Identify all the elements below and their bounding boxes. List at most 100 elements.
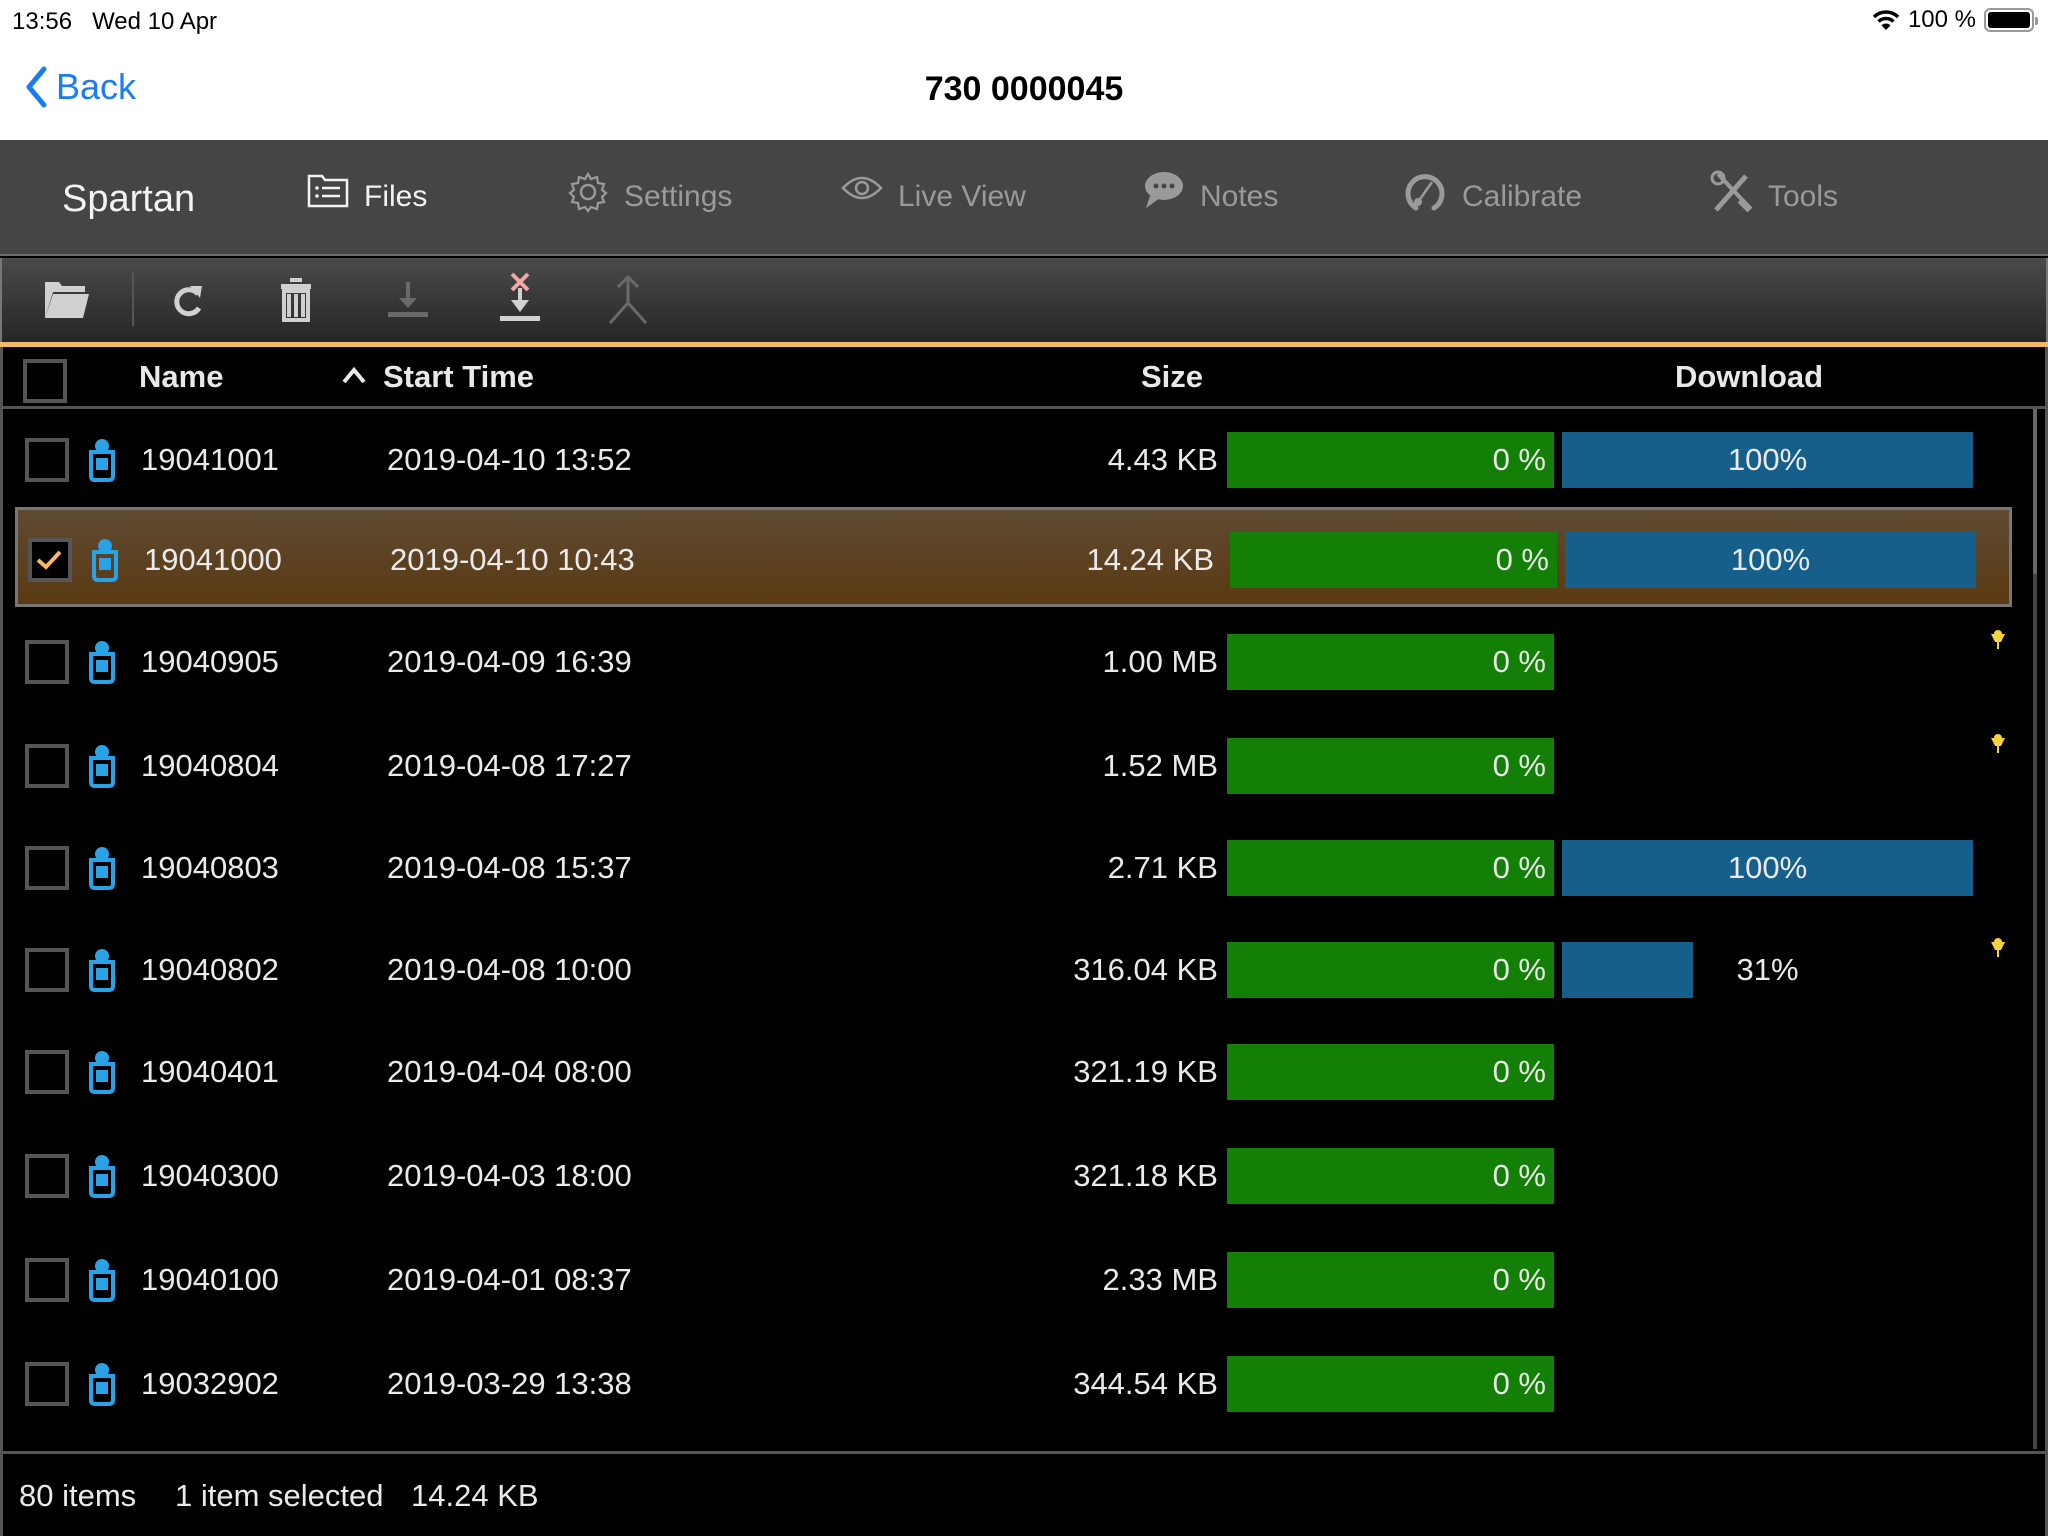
row-checkbox[interactable] — [25, 1258, 69, 1302]
tab-calibrate[interactable]: Calibrate — [1404, 170, 1582, 214]
file-size: 14.24 KB — [1086, 542, 1214, 577]
cancel-download-button[interactable] — [490, 270, 550, 330]
eye-icon — [841, 176, 883, 200]
open-folder-button[interactable] — [36, 270, 96, 330]
header-name[interactable]: Name — [139, 359, 223, 395]
file-size: 4.43 KB — [1107, 442, 1218, 477]
brand-label: Spartan — [62, 178, 196, 220]
file-size: 2.71 KB — [1107, 850, 1218, 885]
download-progress-label: 100% — [1727, 442, 1808, 477]
file-name: 19040905 — [141, 644, 279, 679]
progress-bar: 0 % — [1227, 1148, 1554, 1204]
status-footer: 80 items 1 item selected 14.24 KB — [0, 1451, 2048, 1536]
delete-button[interactable] — [266, 270, 326, 330]
table-row[interactable]: 19041001 2019-04-10 13:52 4.43 KB 0 % 100… — [3, 410, 2013, 510]
header-start-time[interactable]: Start Time — [383, 359, 534, 395]
progress-bar: 0 % — [1227, 634, 1554, 690]
table-row[interactable]: 19040905 2019-04-09 16:39 1.00 MB 0 % — [3, 612, 2013, 712]
pin-icon[interactable] — [1989, 630, 2007, 650]
tab-label: Settings — [624, 180, 733, 213]
status-right: 100 % — [1872, 6, 2038, 34]
start-time: 2019-04-10 13:52 — [387, 442, 632, 477]
header-download[interactable]: Download — [1675, 359, 1823, 395]
row-checkbox[interactable] — [25, 1154, 69, 1198]
row-checkbox[interactable] — [25, 846, 69, 890]
cancel-download-icon — [500, 272, 540, 321]
row-checkbox[interactable] — [25, 948, 69, 992]
file-table: Name Start Time Size Download 19041001 2… — [0, 347, 2048, 1451]
row-checkbox[interactable] — [25, 640, 69, 684]
table-row[interactable]: 19040802 2019-04-08 10:00 316.04 KB 0 % 3… — [3, 920, 2013, 1020]
file-name: 19040300 — [141, 1158, 279, 1193]
download-button[interactable] — [378, 270, 438, 330]
device-icon — [89, 1259, 115, 1302]
file-size: 1.00 MB — [1102, 644, 1218, 679]
status-date: Wed 10 Apr — [92, 8, 218, 35]
refresh-button[interactable] — [158, 270, 218, 330]
tab-notes[interactable]: Notes — [1142, 170, 1278, 214]
battery-icon — [1984, 8, 2038, 32]
status-bar: 13:56 Wed 10 Apr 100 % — [0, 0, 2048, 40]
pin-icon[interactable] — [1989, 734, 2007, 754]
tab-files[interactable]: Files — [306, 170, 427, 214]
device-icon — [92, 539, 118, 582]
selected-count: 1 item selected — [175, 1478, 384, 1513]
checkmark-icon — [36, 550, 62, 570]
trash-icon — [281, 278, 311, 322]
row-checkbox[interactable] — [25, 744, 69, 788]
table-row[interactable]: 19041000 2019-04-10 10:43 14.24 KB 0 % 10… — [15, 507, 2012, 607]
table-row[interactable]: 19040804 2019-04-08 17:27 1.52 MB 0 % — [3, 716, 2013, 816]
selected-size: 14.24 KB — [411, 1478, 539, 1513]
tab-label: Notes — [1200, 180, 1279, 213]
file-name: 19032902 — [141, 1366, 279, 1401]
table-header: Name Start Time Size Download — [3, 347, 2045, 409]
tab-label: Calibrate — [1462, 180, 1583, 213]
status-time-date: 13:56 Wed 10 Apr — [12, 8, 217, 36]
gauge-icon — [1405, 174, 1445, 211]
table-row[interactable]: 19040100 2019-04-01 08:37 2.33 MB 0 % — [3, 1230, 2013, 1330]
pin-icon[interactable] — [1989, 938, 2007, 958]
start-time: 2019-04-04 08:00 — [387, 1054, 632, 1089]
page-title: 730 0000045 — [924, 70, 1124, 108]
device-icon — [89, 1155, 115, 1198]
progress-bar: 0 % — [1227, 942, 1554, 998]
table-row[interactable]: 19040803 2019-04-08 15:37 2.71 KB 0 % 100… — [3, 818, 2013, 918]
row-checkbox[interactable] — [25, 1362, 69, 1406]
tab-settings[interactable]: Settings — [566, 170, 732, 214]
row-checkbox[interactable] — [25, 1050, 69, 1094]
file-name: 19040100 — [141, 1262, 279, 1297]
table-row[interactable]: 19040300 2019-04-03 18:00 321.18 KB 0 % — [3, 1126, 2013, 1226]
file-toolbar — [0, 258, 2048, 342]
progress-bar: 0 % — [1227, 738, 1554, 794]
table-row[interactable]: 19040401 2019-04-04 08:00 321.19 KB 0 % — [3, 1022, 2013, 1122]
download-icon — [388, 282, 428, 317]
table-row[interactable]: 19032902 2019-03-29 13:38 344.54 KB 0 % — [3, 1334, 2013, 1434]
tab-bar: Spartan Files Settings Live View Notes C… — [0, 140, 2048, 256]
start-time: 2019-04-08 10:00 — [387, 952, 632, 987]
select-all-checkbox[interactable] — [23, 359, 67, 403]
file-name: 19040803 — [141, 850, 279, 885]
device-icon — [89, 439, 115, 482]
file-name: 19041000 — [144, 542, 282, 577]
row-checkbox[interactable] — [25, 438, 69, 482]
merge-button[interactable] — [598, 270, 658, 330]
start-time: 2019-04-10 10:43 — [390, 542, 635, 577]
header-size[interactable]: Size — [1141, 359, 1203, 395]
tab-live-view[interactable]: Live View — [840, 170, 1026, 214]
refresh-icon — [174, 286, 202, 317]
file-name: 19041001 — [141, 442, 279, 477]
device-icon — [89, 847, 115, 890]
download-progress-label: 100% — [1730, 542, 1811, 577]
row-checkbox[interactable] — [28, 538, 72, 582]
tab-label: Tools — [1768, 180, 1839, 213]
device-icon — [89, 949, 115, 992]
tab-tools[interactable]: Tools — [1710, 170, 1838, 214]
start-time: 2019-04-03 18:00 — [387, 1158, 632, 1193]
device-icon — [89, 1051, 115, 1094]
scrollbar-thumb[interactable] — [2033, 409, 2037, 574]
tab-label: Files — [364, 180, 428, 213]
start-time: 2019-03-29 13:38 — [387, 1366, 632, 1401]
progress-bar: 0 % — [1227, 1252, 1554, 1308]
download-progress: 100% — [1565, 532, 1976, 588]
progress-bar: 0 % — [1227, 840, 1554, 896]
